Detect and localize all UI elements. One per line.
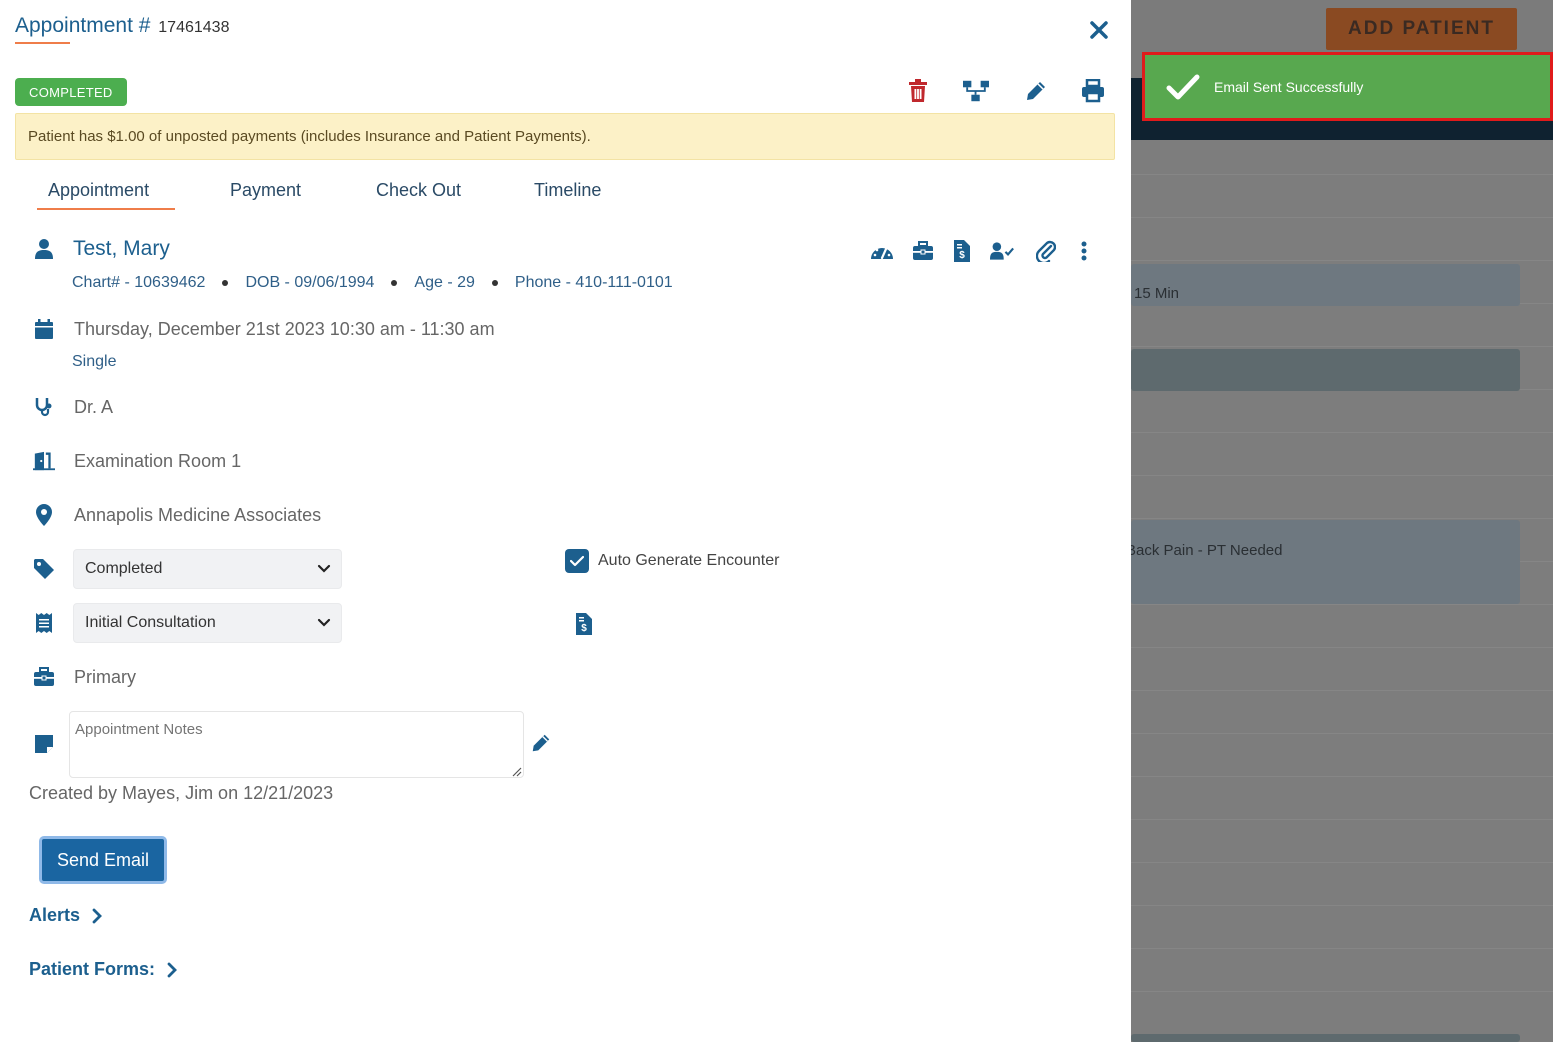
chevron-right-icon bbox=[92, 908, 103, 923]
schedule-grid-line bbox=[1131, 819, 1553, 820]
schedule-grid-line bbox=[1131, 905, 1553, 906]
alerts-label: Alerts bbox=[29, 905, 81, 925]
schedule-grid-line bbox=[1131, 174, 1553, 175]
pencil-icon[interactable] bbox=[1023, 78, 1049, 104]
schedule-grid-line bbox=[1131, 647, 1553, 648]
title-underline bbox=[15, 42, 70, 44]
door-icon bbox=[33, 450, 55, 472]
svg-text:$: $ bbox=[959, 250, 965, 261]
paperclip-icon[interactable] bbox=[1034, 239, 1058, 263]
briefcase-icon bbox=[33, 666, 55, 688]
schedule-grid-line bbox=[1131, 217, 1553, 218]
patient-forms-label: Patient Forms: bbox=[29, 959, 156, 979]
auto-generate-encounter-checkbox[interactable] bbox=[565, 549, 589, 573]
auto-generate-encounter-label: Auto Generate Encounter bbox=[598, 552, 780, 569]
user-check-icon[interactable] bbox=[990, 239, 1014, 263]
slot-duration-text: 15 Min bbox=[1134, 285, 1180, 302]
schedule-grid-line bbox=[1131, 260, 1553, 261]
patient-name-link[interactable]: Test, Mary bbox=[73, 237, 170, 261]
chevron-right-icon bbox=[167, 962, 178, 977]
calendar-icon bbox=[33, 318, 55, 340]
appointment-status-select[interactable]: Completed bbox=[73, 549, 342, 589]
tab-check-out[interactable]: Check Out bbox=[376, 180, 461, 201]
date-of-birth: DOB - 09/06/1994 bbox=[245, 274, 375, 291]
briefcase-icon[interactable] bbox=[911, 239, 935, 263]
room-name: Examination Room 1 bbox=[74, 451, 242, 471]
patient-phone: Phone - 410-111-0101 bbox=[514, 274, 673, 291]
tab-appointment[interactable]: Appointment bbox=[48, 180, 149, 201]
schedule-grid-line bbox=[1131, 346, 1553, 347]
separator-dot bbox=[491, 280, 498, 286]
svg-text:$: $ bbox=[581, 623, 587, 634]
chevron-down-icon bbox=[317, 616, 331, 630]
schedule-grid-line bbox=[1131, 733, 1553, 734]
appointment-block[interactable] bbox=[1131, 349, 1520, 391]
tab-timeline[interactable]: Timeline bbox=[534, 180, 601, 201]
unposted-payments-notice: Patient has $1.00 of unposted payments (… bbox=[15, 113, 1115, 160]
close-icon[interactable] bbox=[1087, 18, 1111, 42]
dashboard-icon[interactable] bbox=[870, 239, 894, 263]
patient-meta: Chart# - 10639462 DOB - 09/06/1994 Age -… bbox=[72, 274, 673, 292]
tab-payment[interactable]: Payment bbox=[230, 180, 301, 201]
send-email-button[interactable]: Send Email bbox=[39, 836, 167, 884]
check-icon bbox=[1165, 69, 1201, 105]
schedule-grid-line bbox=[1131, 604, 1553, 605]
print-icon[interactable] bbox=[1080, 78, 1106, 104]
recurrence-text: Single bbox=[72, 353, 117, 370]
active-tab-indicator bbox=[37, 208, 175, 210]
appointment-block[interactable] bbox=[1131, 1034, 1520, 1042]
appointment-datetime: Thursday, December 21st 2023 10:30 am - … bbox=[74, 319, 495, 339]
schedule-grid-line bbox=[1131, 776, 1553, 777]
page-title: Appointment # 17461438 bbox=[15, 14, 229, 38]
appointment-block[interactable] bbox=[1131, 264, 1520, 306]
schedule-grid-line bbox=[1131, 518, 1553, 519]
chart-number: Chart# - 10639462 bbox=[72, 274, 206, 291]
trash-icon[interactable] bbox=[905, 78, 931, 104]
user-icon bbox=[33, 238, 55, 260]
stethoscope-icon bbox=[33, 396, 55, 418]
schedule-grid-line bbox=[1131, 475, 1553, 476]
background-page: ADD PATIENT 15 Min Back Pain - PT Needed bbox=[1131, 0, 1553, 1042]
patient-forms-link[interactable]: Patient Forms: bbox=[29, 959, 178, 980]
toast-message: Email Sent Successfully bbox=[1214, 78, 1364, 95]
schedule-grid-line bbox=[1131, 991, 1553, 992]
type-select-value: Initial Consultation bbox=[85, 614, 216, 631]
schedule-grid-line bbox=[1131, 432, 1553, 433]
chevron-down-icon bbox=[317, 562, 331, 576]
patient-age: Age - 29 bbox=[414, 274, 475, 291]
resize-grip-icon[interactable] bbox=[510, 764, 522, 777]
map-marker-icon bbox=[33, 504, 55, 526]
appointment-panel: Appointment # 17461438 COMPLETED Patient… bbox=[0, 0, 1131, 1042]
appointment-reason-text: Back Pain - PT Needed bbox=[1131, 542, 1283, 559]
alerts-link[interactable]: Alerts bbox=[29, 905, 103, 926]
appointment-notes-input[interactable] bbox=[69, 711, 524, 778]
invoice-icon[interactable]: $ bbox=[950, 239, 974, 263]
receipt-icon bbox=[33, 612, 55, 634]
schedule-grid-line bbox=[1131, 690, 1553, 691]
separator-dot bbox=[391, 280, 398, 286]
schedule-grid-line bbox=[1131, 862, 1553, 863]
title-text: Appointment # bbox=[15, 14, 151, 37]
invoice-icon[interactable]: $ bbox=[576, 613, 594, 635]
separator-dot bbox=[222, 280, 229, 286]
hierarchy-icon[interactable] bbox=[963, 78, 989, 104]
success-toast: Email Sent Successfully bbox=[1142, 52, 1553, 121]
location-name: Annapolis Medicine Associates bbox=[74, 505, 322, 525]
more-vertical-icon[interactable] bbox=[1072, 239, 1096, 263]
appointment-block[interactable] bbox=[1131, 520, 1520, 604]
insurance-type: Primary bbox=[74, 667, 136, 687]
edit-notes-pencil-icon[interactable] bbox=[530, 732, 552, 754]
appointment-number: 17461438 bbox=[158, 19, 230, 36]
status-select-value: Completed bbox=[85, 560, 163, 577]
tag-icon bbox=[33, 558, 55, 580]
add-patient-button[interactable]: ADD PATIENT bbox=[1326, 8, 1517, 50]
created-by-text: Created by Mayes, Jim on 12/21/2023 bbox=[29, 783, 334, 803]
sticky-note-icon bbox=[33, 733, 55, 755]
schedule-grid-line bbox=[1131, 948, 1553, 949]
provider-name: Dr. A bbox=[74, 397, 114, 417]
status-badge: COMPLETED bbox=[15, 78, 127, 106]
appointment-type-select[interactable]: Initial Consultation bbox=[73, 603, 342, 643]
